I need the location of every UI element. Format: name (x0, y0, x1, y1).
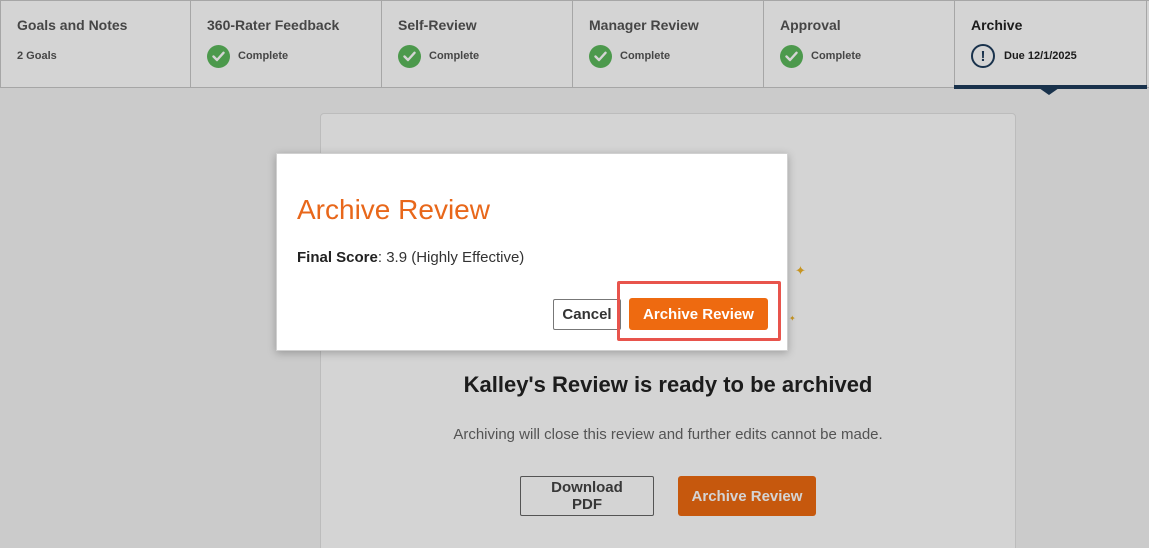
final-score-label: Final Score (297, 249, 378, 266)
final-score-value: : 3.9 (Highly Effective) (377, 249, 525, 266)
final-score: Final Score: 3.9 (Highly Effective) (297, 249, 524, 266)
archive-review-modal: Archive Review Final Score: 3.9 (Highly … (276, 153, 788, 351)
modal-title: Archive Review (297, 194, 490, 225)
confirm-archive-button[interactable]: Archive Review (629, 298, 768, 330)
cancel-button[interactable]: Cancel (553, 299, 621, 330)
